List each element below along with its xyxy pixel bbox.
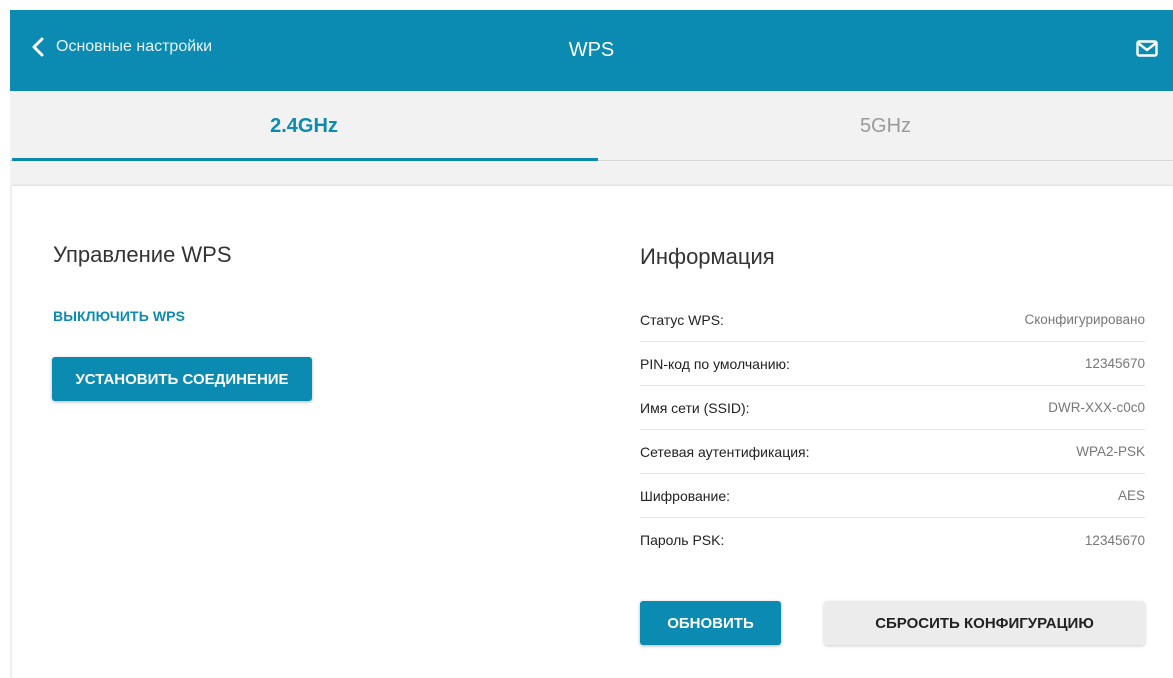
info-value: 12345670 xyxy=(1084,532,1145,548)
tab-5ghz[interactable]: 5GHz xyxy=(598,91,1173,161)
info-row-wps-status: Статус WPS: Сконфигурировано xyxy=(640,298,1145,342)
tab-2-4ghz[interactable]: 2.4GHz xyxy=(10,91,598,161)
info-label: Имя сети (SSID): xyxy=(640,399,750,416)
info-row-encryption: Шифрование: AES xyxy=(640,474,1145,518)
info-value: Сконфигурировано xyxy=(1024,312,1146,327)
wps-card: Управление WPS ВЫКЛЮЧИТЬ WPS УСТАНОВИТЬ … xyxy=(12,185,1173,678)
info-row-authentication: Сетевая аутентификация: WPA2-PSK xyxy=(640,430,1145,474)
info-value: AES xyxy=(1117,488,1145,503)
wps-control-title: Управление WPS xyxy=(53,242,232,267)
info-value: DWR-XXX-c0c0 xyxy=(1048,400,1145,415)
info-value: WPA2-PSK xyxy=(1076,444,1145,459)
info-value: 12345670 xyxy=(1084,356,1145,371)
page-title: WPS xyxy=(568,39,615,61)
info-title: Информация xyxy=(640,244,775,269)
info-label: PIN-код по умолчанию: xyxy=(640,355,790,372)
disable-wps-button[interactable]: ВЫКЛЮЧИТЬ WPS xyxy=(53,308,185,324)
info-row-default-pin: PIN-код по умолчанию: 12345670 xyxy=(640,342,1145,386)
info-row-psk-password: Пароль PSK: 12345670 xyxy=(640,518,1145,562)
connect-button[interactable]: УСТАНОВИТЬ СОЕДИНЕНИЕ xyxy=(52,357,312,401)
app-window: Основные настройки WPS 2.4GHz 5GHz Управ… xyxy=(10,10,1173,678)
info-label: Сетевая аутентификация: xyxy=(640,443,810,460)
info-label: Пароль PSK: xyxy=(640,532,725,548)
band-tabs: 2.4GHz 5GHz xyxy=(10,91,1173,161)
top-bar: Основные настройки WPS xyxy=(10,10,1173,91)
info-table: Статус WPS: Сконфигурировано PIN-код по … xyxy=(640,298,1145,562)
reset-config-button[interactable]: СБРОСИТЬ КОНФИГУРАЦИЮ xyxy=(824,601,1145,645)
refresh-button[interactable]: ОБНОВИТЬ xyxy=(640,601,781,645)
info-label: Шифрование: xyxy=(640,487,731,504)
info-row-ssid: Имя сети (SSID): DWR-XXX-c0c0 xyxy=(640,386,1145,430)
info-label: Статус WPS: xyxy=(640,311,724,328)
mail-icon[interactable] xyxy=(1136,40,1158,62)
